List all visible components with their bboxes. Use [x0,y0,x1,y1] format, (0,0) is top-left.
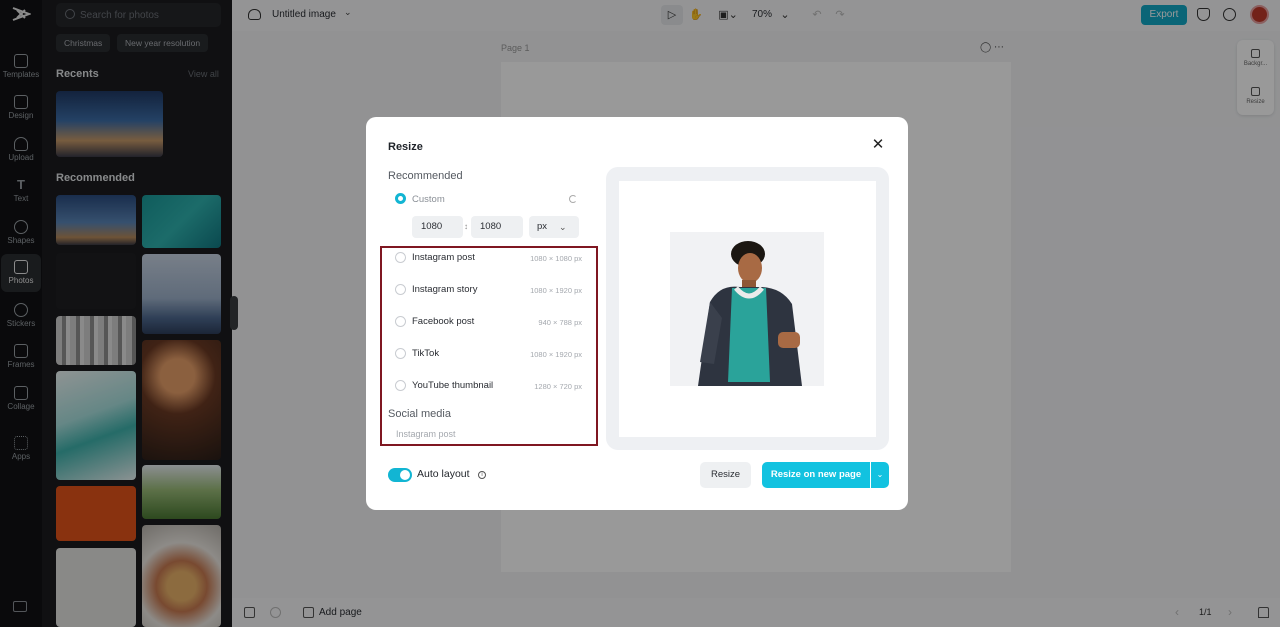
radio-instagram-story[interactable] [395,284,406,295]
radio-tiktok[interactable] [395,348,406,359]
close-icon[interactable]: ✕ [870,137,886,153]
resize-preview [606,167,889,450]
preview-page [619,181,876,437]
option-size: 1080 × 1080 px [530,254,582,263]
resize-on-new-page-button[interactable]: Resize on new page [762,462,870,488]
custom-label[interactable]: Custom [412,194,445,205]
unit-select[interactable]: px ⌄ [529,216,579,238]
preview-photo [670,232,824,386]
radio-facebook-post[interactable] [395,316,406,327]
chevron-down-icon[interactable]: ⌄ [871,462,889,488]
auto-layout-label: Auto layout [417,468,470,480]
option-label[interactable]: Facebook post [412,316,474,327]
radio-youtube-thumbnail[interactable] [395,380,406,391]
reset-icon[interactable] [569,195,577,203]
resize-dialog: Resize ✕ Recommended Custom 1080 ↕ 1080 … [366,117,908,510]
option-size: 1080 × 1920 px [530,350,582,359]
width-input[interactable]: 1080 [412,216,463,238]
option-size: 1280 × 720 px [534,382,582,391]
option-size: 1080 × 1920 px [530,286,582,295]
resize-button[interactable]: Resize [700,462,751,488]
option-size: 940 × 788 px [538,318,582,327]
option-label[interactable]: Instagram story [412,284,477,295]
option-label[interactable]: YouTube thumbnail [412,380,493,391]
dialog-title: Resize [388,141,423,153]
info-icon[interactable]: i [478,471,486,479]
option-label[interactable]: Instagram post [412,252,475,263]
unit-value: px [537,221,548,232]
social-media-label: Social media [388,408,451,420]
auto-layout-toggle[interactable] [388,468,412,482]
radio-instagram-post[interactable] [395,252,406,263]
height-input[interactable]: 1080 [471,216,523,238]
aspect-lock-icon[interactable]: ↕ [464,222,468,231]
social-media-sublabel[interactable]: Instagram post [396,429,456,439]
recommended-label: Recommended [388,170,463,182]
option-label[interactable]: TikTok [412,348,439,359]
custom-radio[interactable] [395,193,406,204]
chevron-down-icon: ⌄ [559,222,567,232]
